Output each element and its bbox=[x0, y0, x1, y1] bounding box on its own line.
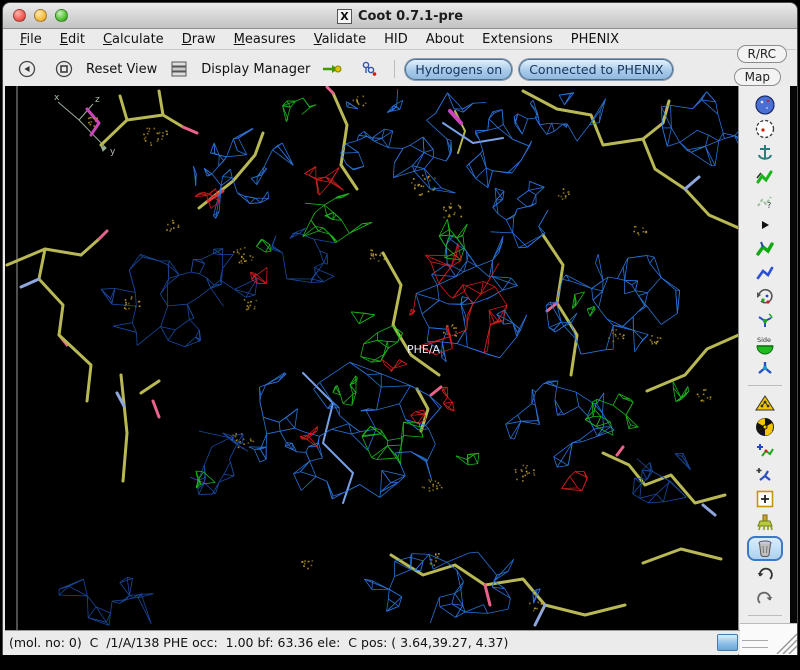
menu-calculate[interactable]: Calculate bbox=[95, 31, 172, 48]
sphere-refine-icon[interactable] bbox=[750, 94, 780, 115]
scrollbar-thumb[interactable] bbox=[717, 634, 738, 651]
menu-phenix[interactable]: PHENIX bbox=[563, 31, 627, 48]
density-dots bbox=[88, 96, 711, 612]
display-manager-icon[interactable] bbox=[164, 59, 194, 80]
resize-corner bbox=[740, 623, 798, 655]
place-atom-icon[interactable] bbox=[750, 488, 780, 509]
molecule-chooser-icon[interactable] bbox=[354, 59, 384, 80]
traffic-lights bbox=[13, 9, 68, 22]
stop-view-icon[interactable] bbox=[49, 59, 79, 80]
minimize-button[interactable] bbox=[34, 9, 47, 22]
add-alt-conf-icon[interactable] bbox=[750, 464, 780, 485]
modelling-toolbar: ? Side bbox=[738, 86, 790, 655]
reset-view-button[interactable]: Reset View bbox=[86, 62, 157, 77]
go-to-atom-icon[interactable] bbox=[317, 59, 347, 80]
toolbar: Reset View Display Manager Hydrogens on … bbox=[4, 50, 796, 88]
status-bar: (mol. no: 0) C /1/A/138 PHE occ: 1.00 bf… bbox=[5, 630, 740, 654]
svg-text:x: x bbox=[54, 93, 60, 103]
jiggle-fit-icon[interactable] bbox=[750, 358, 780, 379]
mutate-residue-icon[interactable] bbox=[750, 416, 780, 437]
rotate-translate-zone-icon[interactable] bbox=[750, 238, 780, 259]
panel-divider-lines bbox=[742, 640, 768, 648]
map-button[interactable]: Map bbox=[734, 68, 781, 86]
display-manager-button[interactable]: Display Manager bbox=[201, 62, 310, 77]
delete-item-icon[interactable] bbox=[747, 536, 783, 561]
rigid-body-fit-icon[interactable] bbox=[750, 262, 780, 283]
add-terminal-residue-icon[interactable] bbox=[750, 440, 780, 461]
clear-atom-icon[interactable] bbox=[750, 512, 780, 533]
protein-sticks bbox=[7, 87, 740, 625]
rrc-button[interactable]: R/RC bbox=[737, 45, 788, 63]
window-title: Coot 0.7.1-pre bbox=[358, 9, 463, 24]
svg-text:y: y bbox=[110, 147, 116, 157]
menu-file[interactable]: File bbox=[12, 31, 50, 48]
menu-hid[interactable]: HID bbox=[376, 31, 416, 48]
undo-icon[interactable] bbox=[750, 564, 780, 585]
real-space-refine-icon[interactable] bbox=[750, 166, 780, 187]
menu-extensions[interactable]: Extensions bbox=[474, 31, 561, 48]
gl-canvas[interactable]: x y z PHE/A bbox=[5, 86, 740, 630]
menu-validate[interactable]: Validate bbox=[306, 31, 374, 48]
x11-icon: X bbox=[337, 9, 352, 24]
phenix-connection-button[interactable]: Connected to PHENIX bbox=[519, 59, 673, 80]
menu-bar: FileEditCalculateDrawMeasuresValidateHID… bbox=[4, 29, 796, 50]
toolbar-group-separator bbox=[748, 385, 782, 386]
axes-indicator: x y z bbox=[54, 93, 116, 157]
menu-measures[interactable]: Measures bbox=[226, 31, 304, 48]
redo-icon[interactable] bbox=[750, 588, 780, 609]
coot-window: X Coot 0.7.1-pre FileEditCalculateDrawMe… bbox=[2, 2, 798, 655]
title-bar[interactable]: X Coot 0.7.1-pre bbox=[3, 3, 797, 29]
menu-about[interactable]: About bbox=[418, 31, 472, 48]
hydrogens-toggle-button[interactable]: Hydrogens on bbox=[405, 59, 512, 80]
expand-tools-icon[interactable] bbox=[750, 214, 780, 235]
auto-fit-rotamer-icon[interactable] bbox=[750, 286, 780, 307]
svg-text:Side: Side bbox=[757, 336, 771, 344]
menu-draw[interactable]: Draw bbox=[174, 31, 224, 48]
density-mesh bbox=[59, 89, 740, 625]
zoom-button[interactable] bbox=[55, 9, 68, 22]
side-chain-flip-icon[interactable]: Side bbox=[750, 334, 780, 355]
close-button[interactable] bbox=[13, 9, 26, 22]
svg-text:?: ? bbox=[767, 201, 771, 210]
back-view-icon[interactable] bbox=[12, 59, 42, 80]
anchor-icon[interactable] bbox=[750, 142, 780, 163]
svg-text:z: z bbox=[95, 95, 100, 105]
pepflip-icon[interactable] bbox=[750, 392, 780, 413]
right-edge-strip bbox=[790, 86, 798, 655]
toolbar-separator bbox=[394, 60, 395, 78]
regularize-zone-icon[interactable]: ? bbox=[750, 190, 780, 211]
menu-edit[interactable]: Edit bbox=[52, 31, 93, 48]
toolbar-group-separator bbox=[748, 615, 782, 616]
edit-chi-angles-icon[interactable] bbox=[750, 310, 780, 331]
status-text: (mol. no: 0) C /1/A/138 PHE occ: 1.00 bf… bbox=[9, 635, 717, 650]
residue-label: PHE/A bbox=[407, 343, 441, 356]
recenter-target-icon[interactable] bbox=[750, 118, 780, 139]
resize-grip[interactable] bbox=[773, 630, 797, 654]
